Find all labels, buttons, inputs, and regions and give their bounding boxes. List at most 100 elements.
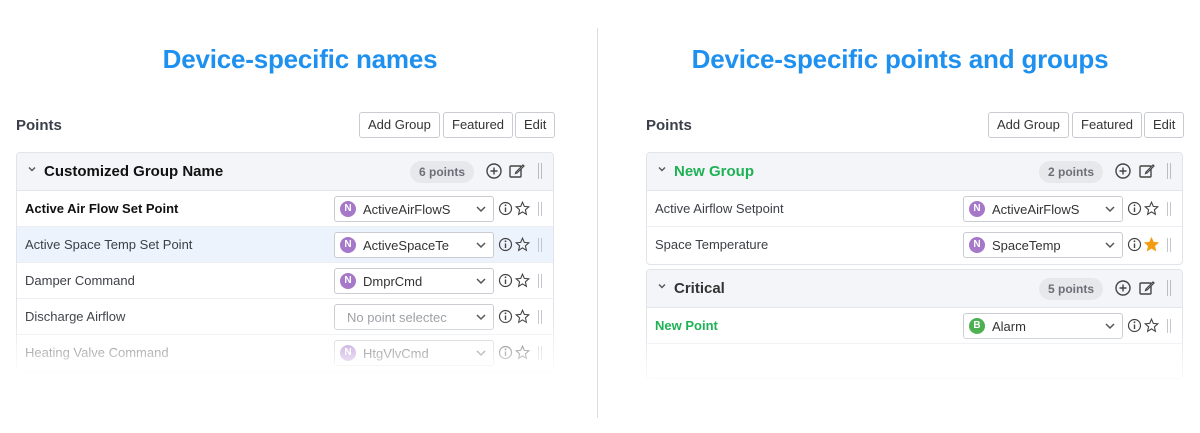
- info-icon[interactable]: [498, 345, 513, 360]
- star-icon[interactable]: [515, 201, 530, 216]
- group-header: Critical 5 points: [647, 270, 1182, 308]
- group-name: Critical: [674, 280, 725, 297]
- points-count-badge: 6 points: [410, 161, 475, 183]
- point-select-value: ActiveAirFlowS: [992, 202, 1080, 217]
- add-group-button[interactable]: Add Group: [988, 112, 1069, 138]
- point-row: Space Temperature N SpaceTemp: [647, 227, 1182, 263]
- info-icon[interactable]: [1127, 201, 1142, 216]
- point-row: [647, 344, 1182, 378]
- drag-handle-icon[interactable]: [537, 202, 543, 216]
- drag-handle-icon[interactable]: [537, 274, 543, 288]
- star-icon[interactable]: [1144, 201, 1159, 216]
- info-icon[interactable]: [1127, 318, 1142, 333]
- point-label: Active Airflow Setpoint: [655, 201, 784, 216]
- info-icon[interactable]: [498, 237, 513, 252]
- point-select[interactable]: B Alarm: [963, 313, 1123, 339]
- point-select-value: ActiveSpaceTe: [363, 238, 449, 253]
- numeric-badge-icon: N: [340, 345, 356, 361]
- edit-button[interactable]: Edit: [515, 112, 556, 138]
- drag-handle-icon[interactable]: [537, 346, 543, 360]
- numeric-badge-icon: N: [969, 237, 985, 253]
- point-select[interactable]: N HtgVlvCmd: [334, 340, 494, 366]
- points-count-badge: 5 points: [1039, 278, 1104, 300]
- point-row: Damper Command N DmprCmd: [17, 263, 553, 299]
- point-row: Discharge Airflow No point selectec: [17, 299, 553, 335]
- info-icon[interactable]: [498, 309, 513, 324]
- add-group-button[interactable]: Add Group: [359, 112, 440, 138]
- numeric-badge-icon: N: [340, 273, 356, 289]
- point-label: New Point: [655, 318, 718, 333]
- info-icon[interactable]: [498, 273, 513, 288]
- drag-handle-icon[interactable]: [1166, 238, 1172, 252]
- points-label: Points: [646, 117, 692, 134]
- point-select-value: HtgVlvCmd: [363, 346, 429, 361]
- point-select[interactable]: N ActiveSpaceTe: [334, 232, 494, 258]
- boolean-badge-icon: B: [969, 318, 985, 334]
- point-label: Active Air Flow Set Point: [25, 201, 179, 216]
- left-heading: Device-specific names: [162, 44, 438, 74]
- info-icon[interactable]: [498, 201, 513, 216]
- add-circle-icon[interactable]: [485, 162, 503, 180]
- add-circle-icon[interactable]: [1114, 279, 1132, 297]
- point-select[interactable]: No point selectec: [334, 304, 494, 330]
- point-label: Active Space Temp Set Point: [25, 237, 193, 252]
- point-select[interactable]: N DmprCmd: [334, 268, 494, 294]
- point-label: Heating Valve Command: [25, 345, 169, 360]
- chevron-down-icon[interactable]: [657, 164, 667, 174]
- point-label: Discharge Airflow: [25, 309, 126, 324]
- star-icon[interactable]: [515, 273, 530, 288]
- star-icon[interactable]: [515, 309, 530, 324]
- point-label: Space Temperature: [655, 237, 769, 252]
- point-row: Active Space Temp Set Point N ActiveSpac…: [17, 227, 553, 263]
- group-header: Customized Group Name 6 points: [17, 153, 553, 191]
- featured-button[interactable]: Featured: [443, 112, 514, 138]
- chevron-down-icon: [1105, 323, 1115, 330]
- point-select-placeholder: No point selectec: [347, 310, 447, 325]
- edit-icon[interactable]: [508, 162, 526, 180]
- edit-button[interactable]: Edit: [1144, 112, 1185, 138]
- chevron-down-icon: [1105, 206, 1115, 213]
- numeric-badge-icon: N: [340, 237, 356, 253]
- right-heading: Device-specific points and groups: [691, 44, 1109, 74]
- numeric-badge-icon: N: [969, 201, 985, 217]
- points-group: Critical 5 points New Point B Alarm: [646, 269, 1183, 379]
- points-label: Points: [16, 117, 62, 134]
- star-icon[interactable]: [515, 345, 530, 360]
- group-name: New Group: [674, 163, 755, 180]
- point-row: New Point B Alarm: [647, 308, 1182, 344]
- points-count-badge: 2 points: [1039, 161, 1104, 183]
- point-select-value: DmprCmd: [363, 274, 423, 289]
- star-filled-icon[interactable]: [1144, 237, 1159, 252]
- chevron-down-icon[interactable]: [657, 281, 667, 291]
- chevron-down-icon[interactable]: [27, 164, 37, 174]
- edit-icon[interactable]: [1138, 162, 1156, 180]
- point-select[interactable]: N ActiveAirFlowS: [963, 196, 1123, 222]
- add-circle-icon[interactable]: [1114, 162, 1132, 180]
- right-panel: Device-specific points and groups Points…: [600, 0, 1200, 433]
- drag-handle-icon[interactable]: [537, 310, 543, 324]
- info-icon[interactable]: [1127, 237, 1142, 252]
- point-row: Active Air Flow Set Point N ActiveAirFlo…: [17, 191, 553, 227]
- drag-handle-icon[interactable]: [1166, 163, 1172, 179]
- drag-handle-icon[interactable]: [537, 163, 543, 179]
- group-header: New Group 2 points: [647, 153, 1182, 191]
- left-panel: Device-specific names Points Add Group F…: [0, 0, 600, 433]
- point-select[interactable]: N ActiveAirFlowS: [334, 196, 494, 222]
- points-group: New Group 2 points Active Airflow Setpoi…: [646, 152, 1183, 265]
- edit-icon[interactable]: [1138, 279, 1156, 297]
- point-select-value: Alarm: [992, 319, 1026, 334]
- drag-handle-icon[interactable]: [537, 238, 543, 252]
- drag-handle-icon[interactable]: [1166, 280, 1172, 296]
- group-name: Customized Group Name: [44, 163, 224, 180]
- star-icon[interactable]: [515, 237, 530, 252]
- featured-button[interactable]: Featured: [1072, 112, 1143, 138]
- drag-handle-icon[interactable]: [1166, 202, 1172, 216]
- drag-handle-icon[interactable]: [1166, 319, 1172, 333]
- star-icon[interactable]: [1144, 318, 1159, 333]
- point-select-value: ActiveAirFlowS: [363, 202, 451, 217]
- point-select-value: SpaceTemp: [992, 238, 1061, 253]
- point-select[interactable]: N SpaceTemp: [963, 232, 1123, 258]
- chevron-down-icon: [476, 350, 486, 357]
- point-label: Damper Command: [25, 273, 135, 288]
- points-group: Customized Group Name 6 points Active Ai…: [16, 152, 554, 372]
